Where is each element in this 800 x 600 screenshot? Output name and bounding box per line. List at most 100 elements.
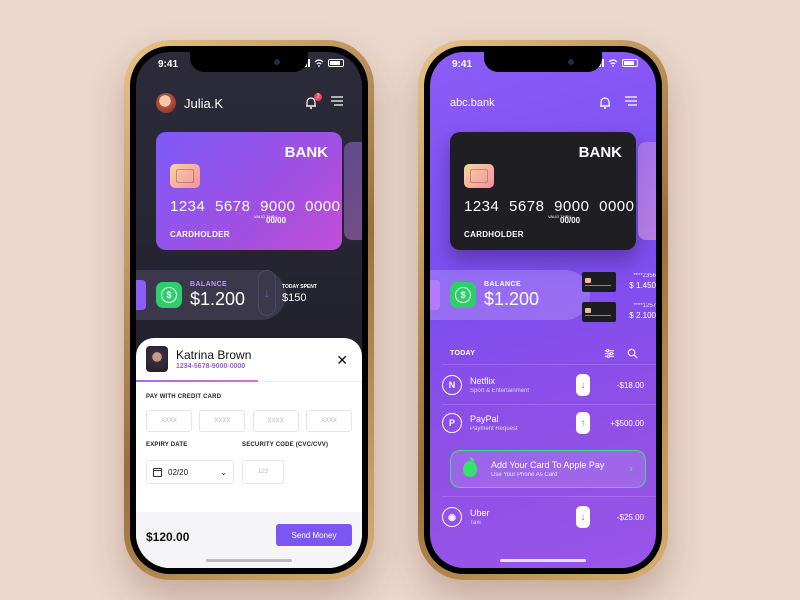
- mini-card-2[interactable]: [582, 302, 616, 322]
- transaction-name: PayPal: [470, 414, 499, 424]
- recipient-header: Katrina Brown 1234-5678-9000-0000 ✕: [136, 338, 362, 382]
- apple-pay-banner[interactable]: Add Your Card To Apple Pay Use Your Phon…: [450, 450, 646, 488]
- transaction-info: PayPal Payment Request: [470, 414, 576, 432]
- arrow-up-icon: ↑: [576, 412, 590, 434]
- right-phone: 9:41 abc.bank BANK 1234 5678 9000 0000 V…: [418, 40, 668, 580]
- header: Julia.K 2: [156, 90, 344, 116]
- header-underline: [136, 380, 258, 382]
- transaction-info: Uber Taxi: [470, 508, 576, 526]
- card-holder: CARDHOLDER: [464, 230, 524, 239]
- battery-icon: [622, 59, 638, 67]
- card-digits-input-4[interactable]: XXXX: [305, 410, 352, 432]
- home-indicator[interactable]: [500, 559, 586, 562]
- notch: [484, 52, 602, 72]
- security-code-input[interactable]: 123: [242, 460, 284, 484]
- today-spent: TODAY SPENT $150: [282, 284, 317, 304]
- user-name: Julia.K: [184, 95, 224, 111]
- transaction-category: Taxi: [470, 520, 481, 526]
- expiry-label: EXPIRY DATE: [146, 442, 188, 448]
- transaction-amount: -$18.00: [616, 380, 644, 390]
- expiry-date-select[interactable]: 02/20 ⌄: [146, 460, 234, 484]
- right-screen: 9:41 abc.bank BANK 1234 5678 9000 0000 V…: [430, 52, 656, 568]
- dollar-icon: $: [156, 282, 182, 308]
- transaction-row-paypal[interactable]: P PayPal Payment Request ↑ +$500.00: [442, 408, 644, 438]
- balance-label: BALANCE: [190, 280, 228, 288]
- card-number: 1234 5678 9000 0000: [464, 198, 635, 215]
- transaction-row-netflix[interactable]: N Netflix Sport & Entertainment ↓ -$18.0…: [442, 370, 644, 400]
- send-money-button[interactable]: Send Money: [276, 524, 352, 546]
- next-card-peek[interactable]: [638, 142, 656, 240]
- apple-pay-text: Add Your Card To Apple Pay Use Your Phon…: [491, 460, 629, 478]
- home-indicator[interactable]: [206, 559, 292, 562]
- transaction-name: Netflix: [470, 376, 496, 386]
- card-digits-input-3[interactable]: XXXX: [252, 410, 299, 432]
- credit-card[interactable]: BANK 1234 5678 9000 0000 VALID THRU 00/0…: [450, 132, 636, 250]
- pay-with-label: PAY WITH CREDIT CARD: [146, 394, 222, 400]
- recipient-name: Katrina Brown: [176, 348, 252, 362]
- filter-icon[interactable]: [604, 348, 615, 359]
- hamburger-icon: [625, 95, 637, 106]
- balance-amount: $1.200: [484, 288, 540, 309]
- transaction-row-uber[interactable]: ◉ Uber Taxi ↓ -$25.00: [442, 502, 644, 532]
- card-holder: CARDHOLDER: [170, 230, 230, 239]
- card-number: 1234 5678 9000 0000: [170, 198, 341, 215]
- card-digits-input-1[interactable]: XXXX: [146, 410, 192, 432]
- card-digits-input-2[interactable]: XXXX: [199, 410, 246, 432]
- total-amount: $120.00: [146, 530, 190, 544]
- apple-pay-title: Add Your Card To Apple Pay: [491, 460, 605, 470]
- battery-icon: [328, 59, 344, 67]
- notch: [190, 52, 308, 72]
- paypal-icon: P: [442, 413, 462, 433]
- left-screen: 9:41 Julia.K 2 BANK 1234 5678 9000 0000 …: [136, 52, 362, 568]
- chevron-down-icon: ⌄: [220, 467, 227, 477]
- card-digit-inputs: XXXX XXXX XXXX XXXX: [146, 410, 352, 432]
- bell-icon: [600, 97, 610, 109]
- mini-card-1-number: ****2356: [633, 273, 656, 279]
- balance-widget: $ BALANCE $1.200: [430, 270, 590, 320]
- next-card-peek[interactable]: [344, 142, 362, 240]
- avatar[interactable]: [156, 93, 176, 113]
- transaction-amount: -$25.00: [616, 512, 644, 522]
- search-icon[interactable]: [627, 348, 638, 359]
- mini-card-1[interactable]: [582, 272, 616, 292]
- arrow-down-icon: ↓: [576, 506, 590, 528]
- calendar-icon: [153, 467, 162, 477]
- transaction-amount: +$500.00: [610, 418, 644, 428]
- hamburger-icon: [331, 95, 343, 106]
- wifi-icon: [608, 59, 618, 67]
- expiry-date-value: 02/20: [168, 467, 189, 477]
- balance-tab: [430, 280, 440, 310]
- chip-icon: [464, 164, 494, 188]
- mini-card-2-amount: $ 2.100: [629, 311, 656, 320]
- transaction-category: Sport & Entertainment: [470, 388, 530, 394]
- balance-amount: $1.200: [190, 288, 246, 309]
- divider: [442, 496, 656, 497]
- transaction-category: Payment Request: [470, 426, 518, 432]
- camera: [568, 59, 574, 65]
- credit-card[interactable]: BANK 1234 5678 9000 0000 VALID THRU 00/0…: [156, 132, 342, 250]
- dollar-icon: $: [450, 282, 476, 308]
- chip-icon: [170, 164, 200, 188]
- transaction-info: Netflix Sport & Entertainment: [470, 376, 576, 394]
- card-expiry: 00/00: [560, 216, 581, 225]
- notifications-button[interactable]: 2: [304, 93, 322, 110]
- card-bank-name: BANK: [284, 144, 328, 161]
- mini-card-1-amount: $ 1.450: [629, 281, 656, 290]
- close-icon[interactable]: ✕: [336, 352, 348, 369]
- menu-button[interactable]: [624, 94, 638, 113]
- arrow-down-icon: ↓: [576, 374, 590, 396]
- today-spent-amount: $150: [282, 292, 307, 304]
- card-bank-name: BANK: [578, 144, 622, 161]
- mini-card-2-info: ****1257 $ 2.100: [620, 303, 656, 320]
- apple-icon: [463, 457, 477, 477]
- recipient-avatar: [146, 346, 168, 372]
- left-phone-bezel: 9:41 Julia.K 2 BANK 1234 5678 9000 0000 …: [130, 46, 368, 574]
- left-phone: 9:41 Julia.K 2 BANK 1234 5678 9000 0000 …: [124, 40, 374, 580]
- header: abc.bank: [450, 90, 638, 116]
- uber-icon: ◉: [442, 507, 462, 527]
- divider: [442, 364, 656, 365]
- security-code-label: SECURITY CODE (CVC/CVV): [242, 442, 329, 448]
- notifications-button[interactable]: [598, 96, 612, 110]
- menu-button[interactable]: [330, 94, 344, 113]
- wifi-icon: [314, 59, 324, 67]
